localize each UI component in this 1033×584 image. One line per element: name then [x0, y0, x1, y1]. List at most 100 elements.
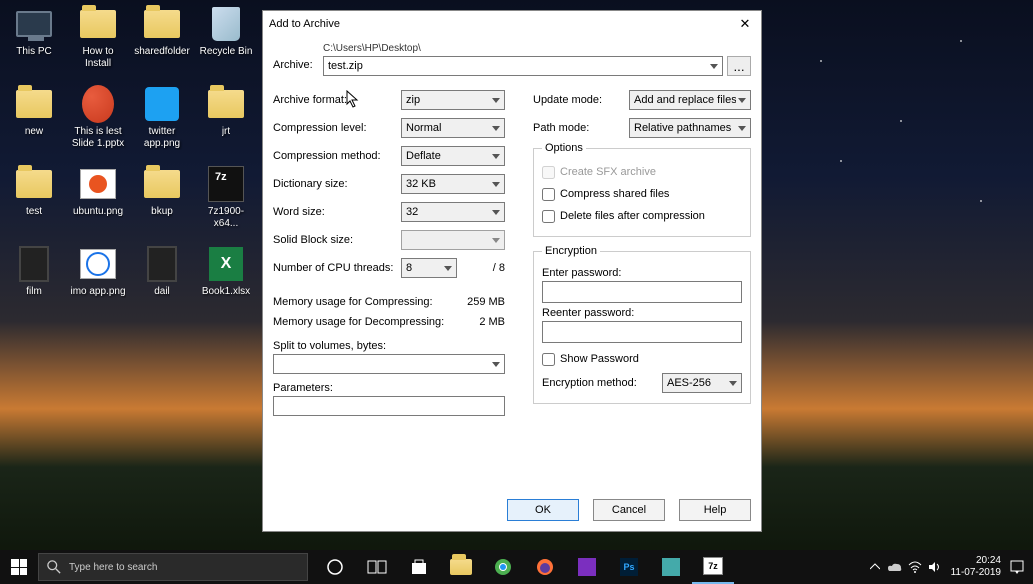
desktop-icon[interactable]: sharedfolder [132, 4, 192, 70]
desktop-icon[interactable]: dail [132, 244, 192, 298]
clock-date: 11-07-2019 [951, 567, 1001, 579]
tray-volume-icon[interactable] [925, 550, 945, 584]
desktop-icon-label: Recycle Bin [200, 46, 253, 58]
taskbar-7zip-icon[interactable]: 7z [692, 550, 734, 584]
search-icon [47, 560, 61, 574]
start-button[interactable] [0, 550, 38, 584]
taskbar-firefox-icon[interactable] [524, 550, 566, 584]
desktop-icon[interactable]: This is lest Slide 1.pptx [68, 84, 128, 150]
cortana-icon[interactable] [314, 550, 356, 584]
film-icon [142, 244, 182, 284]
windows-icon [11, 559, 27, 575]
repassword-input[interactable] [542, 321, 742, 343]
delete-after-label: Delete files after compression [560, 210, 705, 222]
imo-icon [78, 244, 118, 284]
desktop-icon[interactable]: imo app.png [68, 244, 128, 298]
dictionary-size-select[interactable]: 32 KB [401, 174, 505, 194]
compression-level-label: Compression level: [273, 122, 401, 134]
create-sfx-label: Create SFX archive [560, 166, 656, 178]
update-mode-select[interactable]: Add and replace files [629, 90, 751, 110]
enc-method-select[interactable]: AES-256 [662, 373, 742, 393]
desktop-icon-label: test [26, 206, 42, 218]
ok-button[interactable]: OK [507, 499, 579, 521]
password-input[interactable] [542, 281, 742, 303]
desktop-icon[interactable]: This PC [4, 4, 64, 70]
desktop-icon[interactable]: twitter app.png [132, 84, 192, 150]
archive-format-select[interactable]: zip [401, 90, 505, 110]
dialog-title: Add to Archive [269, 18, 735, 30]
task-view-icon[interactable] [356, 550, 398, 584]
desktop-icon[interactable]: Recycle Bin [196, 4, 256, 70]
desktop-icon[interactable]: 7z1900-x64... [196, 164, 256, 230]
create-sfx-checkbox [542, 166, 555, 179]
close-button[interactable]: ✕ [735, 14, 755, 34]
desktop-icon[interactable]: new [4, 84, 64, 150]
desktop-icon[interactable]: XBook1.xlsx [196, 244, 256, 298]
ubuntu-icon [78, 164, 118, 204]
cpu-threads-select[interactable]: 8 [401, 258, 457, 278]
taskbar-app-icon[interactable] [650, 550, 692, 584]
show-password-checkbox[interactable] [542, 353, 555, 366]
search-input[interactable]: Type here to search [38, 553, 308, 581]
desktop-icon[interactable]: jrt [196, 84, 256, 150]
taskbar-photoshop-icon[interactable]: Ps [608, 550, 650, 584]
search-placeholder: Type here to search [69, 562, 157, 573]
desktop-icon[interactable]: ubuntu.png [68, 164, 128, 230]
tray-wifi-icon[interactable] [905, 550, 925, 584]
folder-icon [14, 84, 54, 124]
split-volumes-combo[interactable] [273, 354, 505, 374]
notifications-icon[interactable] [1007, 550, 1027, 584]
split-volumes-label: Split to volumes, bytes: [273, 340, 505, 352]
folder-icon [78, 4, 118, 44]
add-to-archive-dialog: Add to Archive ✕ Archive: C:\Users\HP\De… [262, 10, 762, 532]
desktop-icon[interactable]: How to Install Gues... [68, 4, 128, 70]
compression-method-select[interactable]: Deflate [401, 146, 505, 166]
path-mode-label: Path mode: [533, 122, 629, 134]
desktop-icon-label: 7z1900-x64... [196, 206, 256, 230]
enter-password-label: Enter password: [542, 267, 742, 279]
archive-format-label: Archive format: [273, 94, 401, 106]
clock[interactable]: 20:2411-07-2019 [945, 555, 1007, 579]
reenter-password-label: Reenter password: [542, 307, 742, 319]
delete-after-checkbox[interactable] [542, 210, 555, 223]
desktop-icon-label: film [26, 286, 42, 298]
folder-icon [14, 164, 54, 204]
cancel-button[interactable]: Cancel [593, 499, 665, 521]
desktop-icon[interactable]: film [4, 244, 64, 298]
word-size-select[interactable]: 32 [401, 202, 505, 222]
system-tray: 20:2411-07-2019 [865, 550, 1033, 584]
taskbar: Type here to search Ps 7z 20:2411-07-201… [0, 550, 1033, 584]
compression-level-select[interactable]: Normal [401, 118, 505, 138]
desktop-icon-label: twitter app.png [132, 126, 192, 150]
taskbar-store-icon[interactable] [398, 550, 440, 584]
help-button[interactable]: Help [679, 499, 751, 521]
compress-shared-label: Compress shared files [560, 188, 669, 200]
options-legend: Options [542, 142, 586, 154]
path-mode-select[interactable]: Relative pathnames [629, 118, 751, 138]
solid-block-select [401, 230, 505, 250]
show-password-label: Show Password [560, 353, 639, 365]
taskbar-explorer-icon[interactable] [440, 550, 482, 584]
desktop-icon[interactable]: test [4, 164, 64, 230]
xls-icon: X [206, 244, 246, 284]
taskbar-onenote-icon[interactable] [566, 550, 608, 584]
desktop-icon-label: jrt [222, 126, 230, 138]
desktop-icon[interactable]: bkup [132, 164, 192, 230]
compress-shared-checkbox[interactable] [542, 188, 555, 201]
folder-icon [142, 164, 182, 204]
exe-icon [206, 164, 246, 204]
parameters-input[interactable] [273, 396, 505, 416]
tw-icon [142, 84, 182, 124]
compression-method-label: Compression method: [273, 150, 401, 162]
desktop-icon-label: ubuntu.png [73, 206, 123, 218]
archive-label: Archive: [273, 43, 323, 71]
taskbar-chrome-icon[interactable] [482, 550, 524, 584]
browse-button[interactable]: ... [727, 56, 751, 76]
titlebar[interactable]: Add to Archive ✕ [263, 11, 761, 37]
folder-icon [206, 84, 246, 124]
mem-decompress-value: 2 MB [479, 316, 505, 328]
archive-name-combo[interactable]: test.zip [323, 56, 723, 76]
tray-chevron-icon[interactable] [865, 550, 885, 584]
tray-onedrive-icon[interactable] [885, 550, 905, 584]
desktop-icon-label: This is lest Slide 1.pptx [68, 126, 128, 150]
